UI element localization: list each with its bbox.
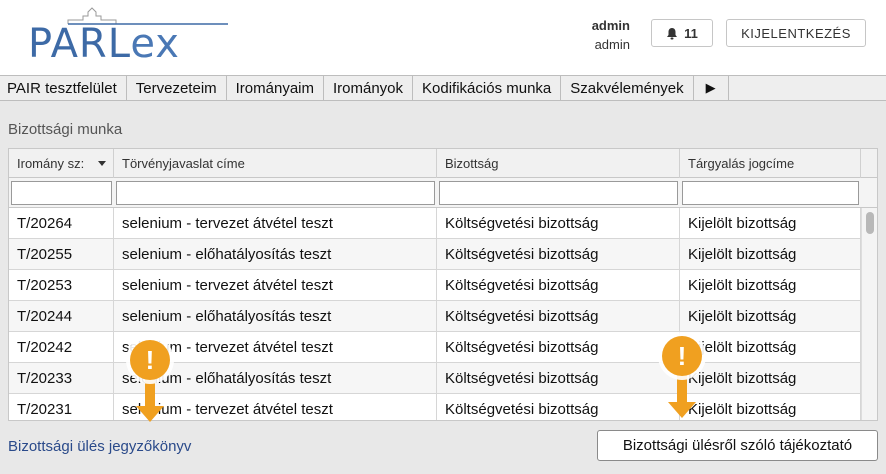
nav-item-iromanyok[interactable]: Irományok xyxy=(324,76,414,100)
column-header-bizottsag[interactable]: Bizottság xyxy=(437,149,680,178)
cell-iromany-szam: T/20264 xyxy=(9,208,114,238)
parlex-logo[interactable]: PARLex xyxy=(28,6,238,68)
section-title: Bizottsági munka xyxy=(8,121,123,138)
filter-input-bizottsag[interactable] xyxy=(439,181,678,205)
column-header-torvenyjavaslat-cime[interactable]: Törvényjavaslat címe xyxy=(114,149,437,178)
nav-item-iromanyaim[interactable]: Irományaim xyxy=(227,76,324,100)
cell-bizottsag: Költségvetési bizottság xyxy=(437,363,680,393)
cell-targyalas-jogcime: Kijelölt bizottság xyxy=(680,239,861,269)
user-info: admin admin xyxy=(592,16,630,54)
logo-wordmark: PARLex xyxy=(28,21,180,67)
nav-item-pair[interactable]: PAIR tesztfelület xyxy=(0,76,127,100)
nav-item-szakvelemenyek[interactable]: Szakvélemények xyxy=(561,76,694,100)
bell-icon xyxy=(667,27,678,39)
grid-header: Iromány sz: Törvényjavaslat címe Bizotts… xyxy=(9,149,877,178)
cell-bizottsag: Költségvetési bizottság xyxy=(437,301,680,331)
logout-button[interactable]: KIJELENTKEZÉS xyxy=(726,19,866,47)
cell-bizottsag: Költségvetési bizottság xyxy=(437,239,680,269)
filter-input-iromany-szam[interactable] xyxy=(11,181,112,205)
cell-iromany-szam: T/20242 xyxy=(9,332,114,362)
user-role: admin xyxy=(594,37,630,52)
nav-more-arrow-icon[interactable]: ▶ xyxy=(694,76,729,100)
tajekoztato-button[interactable]: Bizottsági ülésről szóló tájékoztató xyxy=(597,430,878,461)
column-header-iromany-szam[interactable]: Iromány sz: xyxy=(9,149,114,178)
table-row[interactable]: T/20244 selenium - előhatályosítás teszt K… xyxy=(9,301,861,332)
grid-scrollbar[interactable] xyxy=(861,208,877,420)
cell-torvenyjavaslat-cime: selenium - tervezet átvétel teszt xyxy=(114,208,437,238)
notification-count: 11 xyxy=(684,25,698,41)
cell-iromany-szam: T/20244 xyxy=(9,301,114,331)
svg-text:!: ! xyxy=(678,341,687,371)
cell-iromany-szam: T/20231 xyxy=(9,394,114,420)
cell-iromany-szam: T/20253 xyxy=(9,270,114,300)
svg-text:!: ! xyxy=(146,345,155,375)
app-header: PARLex admin admin 11 KIJELENTKEZÉS xyxy=(0,0,886,75)
cell-iromany-szam: T/20233 xyxy=(9,363,114,393)
nav-item-kodifikacios-munka[interactable]: Kodifikációs munka xyxy=(413,76,562,100)
filter-input-torvenyjavaslat-cime[interactable] xyxy=(116,181,435,205)
cell-iromany-szam: T/20255 xyxy=(9,239,114,269)
table-row[interactable]: T/20264 selenium - tervezet átvétel teszt… xyxy=(9,208,861,239)
notifications-button[interactable]: 11 xyxy=(651,19,713,47)
cell-targyalas-jogcime: Kijelölt bizottság xyxy=(680,208,861,238)
cell-torvenyjavaslat-cime: selenium - tervezet átvétel teszt xyxy=(114,270,437,300)
user-name: admin xyxy=(591,18,630,33)
warning-marker-icon: ! xyxy=(658,332,706,418)
cell-targyalas-jogcime: Kijelölt bizottság xyxy=(680,270,861,300)
column-header-targyalas-jogcime[interactable]: Tárgyalás jogcíme xyxy=(680,149,861,178)
table-row[interactable]: T/20253 selenium - tervezet átvétel teszt… xyxy=(9,270,861,301)
filter-input-targyalas-jogcime[interactable] xyxy=(682,181,859,205)
warning-marker-icon: ! xyxy=(126,336,174,422)
table-row[interactable]: T/20255 selenium - előhatályosítás teszt K… xyxy=(9,239,861,270)
cell-bizottsag: Költségvetési bizottság xyxy=(437,332,680,362)
scrollbar-thumb[interactable] xyxy=(866,212,874,234)
nav-item-tervezeteim[interactable]: Tervezeteim xyxy=(127,76,227,100)
sort-desc-caret-icon[interactable] xyxy=(98,161,106,166)
jegyzokonyv-link[interactable]: Bizottsági ülés jegyzőkönyv xyxy=(8,438,191,455)
cell-torvenyjavaslat-cime: selenium - előhatályosítás teszt xyxy=(114,239,437,269)
cell-bizottsag: Költségvetési bizottság xyxy=(437,270,680,300)
cell-bizottsag: Költségvetési bizottság xyxy=(437,208,680,238)
main-nav: PAIR tesztfelület Tervezeteim Irományaim… xyxy=(0,75,886,101)
cell-bizottsag: Költségvetési bizottság xyxy=(437,394,680,420)
filter-row xyxy=(9,178,877,208)
cell-torvenyjavaslat-cime: selenium - előhatályosítás teszt xyxy=(114,301,437,331)
cell-targyalas-jogcime: Kijelölt bizottság xyxy=(680,301,861,331)
